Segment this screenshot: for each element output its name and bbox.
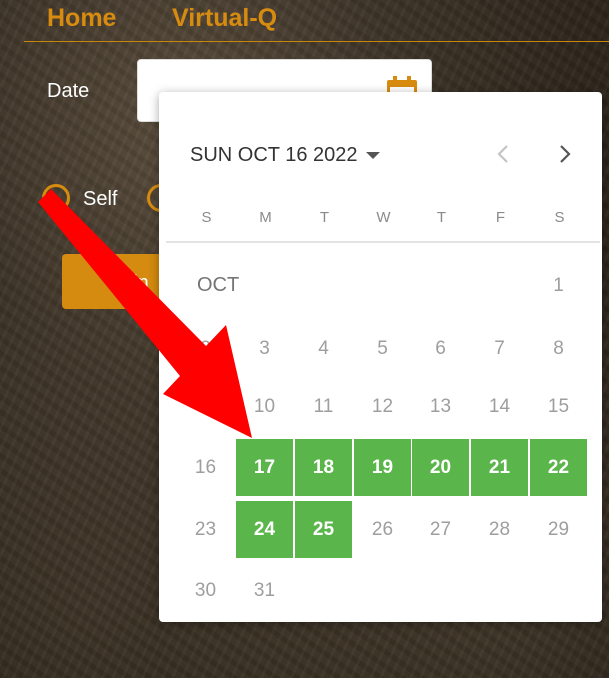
day-cell: 11 bbox=[313, 395, 334, 417]
day-cell: 12 bbox=[371, 395, 394, 417]
date-picker-popup: SUN OCT 16 2022 SMTWTFS OCT 1 2 3 4 5 6 7 8 9 10 1… bbox=[159, 92, 602, 622]
day-cell: 7 bbox=[494, 337, 505, 359]
nav-virtual-q-link[interactable]: Virtual-Q bbox=[172, 4, 277, 33]
top-nav: Home Virtual-Q bbox=[24, 0, 609, 42]
day-cell-available[interactable]: 19 bbox=[354, 439, 411, 496]
day-cell-available[interactable]: 24 bbox=[236, 501, 293, 558]
day-cell: 31 bbox=[253, 579, 276, 601]
day-cell-available[interactable]: 18 bbox=[295, 439, 352, 496]
radio-self-label: Self bbox=[83, 188, 118, 210]
day-cell: 8 bbox=[553, 337, 564, 359]
day-cell: 15 bbox=[547, 395, 570, 417]
login-button-label: gin bbox=[122, 272, 149, 294]
day-cell-available[interactable]: 22 bbox=[530, 439, 587, 496]
dropdown-caret-icon bbox=[365, 152, 380, 160]
day-cell: 30 bbox=[194, 579, 217, 601]
day-cell: 27 bbox=[429, 518, 452, 540]
day-cell-available[interactable]: 25 bbox=[295, 501, 352, 558]
divider bbox=[166, 241, 600, 243]
day-cell: 26 bbox=[371, 518, 394, 540]
day-cell: 16 bbox=[194, 456, 217, 478]
weekday-label: S bbox=[201, 209, 212, 226]
day-cell: 23 bbox=[194, 518, 217, 540]
selected-date-header[interactable]: SUN OCT 16 2022 bbox=[190, 144, 380, 167]
chevron-left-icon[interactable] bbox=[492, 142, 516, 166]
day-cell: 29 bbox=[547, 518, 570, 540]
chevron-right-icon[interactable] bbox=[552, 142, 576, 166]
radio-self[interactable] bbox=[42, 184, 70, 212]
day-cell-available[interactable]: 21 bbox=[471, 439, 528, 496]
day-cell: 6 bbox=[435, 337, 446, 359]
weekday-label: W bbox=[376, 209, 391, 226]
day-cell-available[interactable]: 17 bbox=[236, 439, 293, 496]
day-cell-available[interactable]: 20 bbox=[412, 439, 469, 496]
month-label: OCT bbox=[197, 274, 240, 296]
day-cell: 1 bbox=[553, 274, 564, 296]
weekday-label: F bbox=[495, 209, 506, 226]
weekday-label: S bbox=[554, 209, 565, 226]
weekday-header-row: SMTWTFS bbox=[159, 209, 602, 229]
date-label: Date bbox=[47, 80, 90, 102]
day-cell: 14 bbox=[488, 395, 511, 417]
day-cell: 9 bbox=[200, 395, 211, 417]
weekday-label: T bbox=[436, 209, 447, 226]
day-cell: 10 bbox=[253, 395, 276, 417]
day-cell: 5 bbox=[377, 337, 388, 359]
nav-home-link[interactable]: Home bbox=[47, 4, 116, 33]
day-cell: 28 bbox=[488, 518, 511, 540]
day-cell: 13 bbox=[429, 395, 452, 417]
weekday-label: T bbox=[319, 209, 330, 226]
weekday-label: M bbox=[259, 209, 272, 226]
selected-date-text: SUN OCT 16 2022 bbox=[190, 144, 358, 166]
day-cell: 2 bbox=[200, 337, 211, 359]
day-cell: 3 bbox=[259, 337, 270, 359]
day-cell: 4 bbox=[318, 337, 329, 359]
